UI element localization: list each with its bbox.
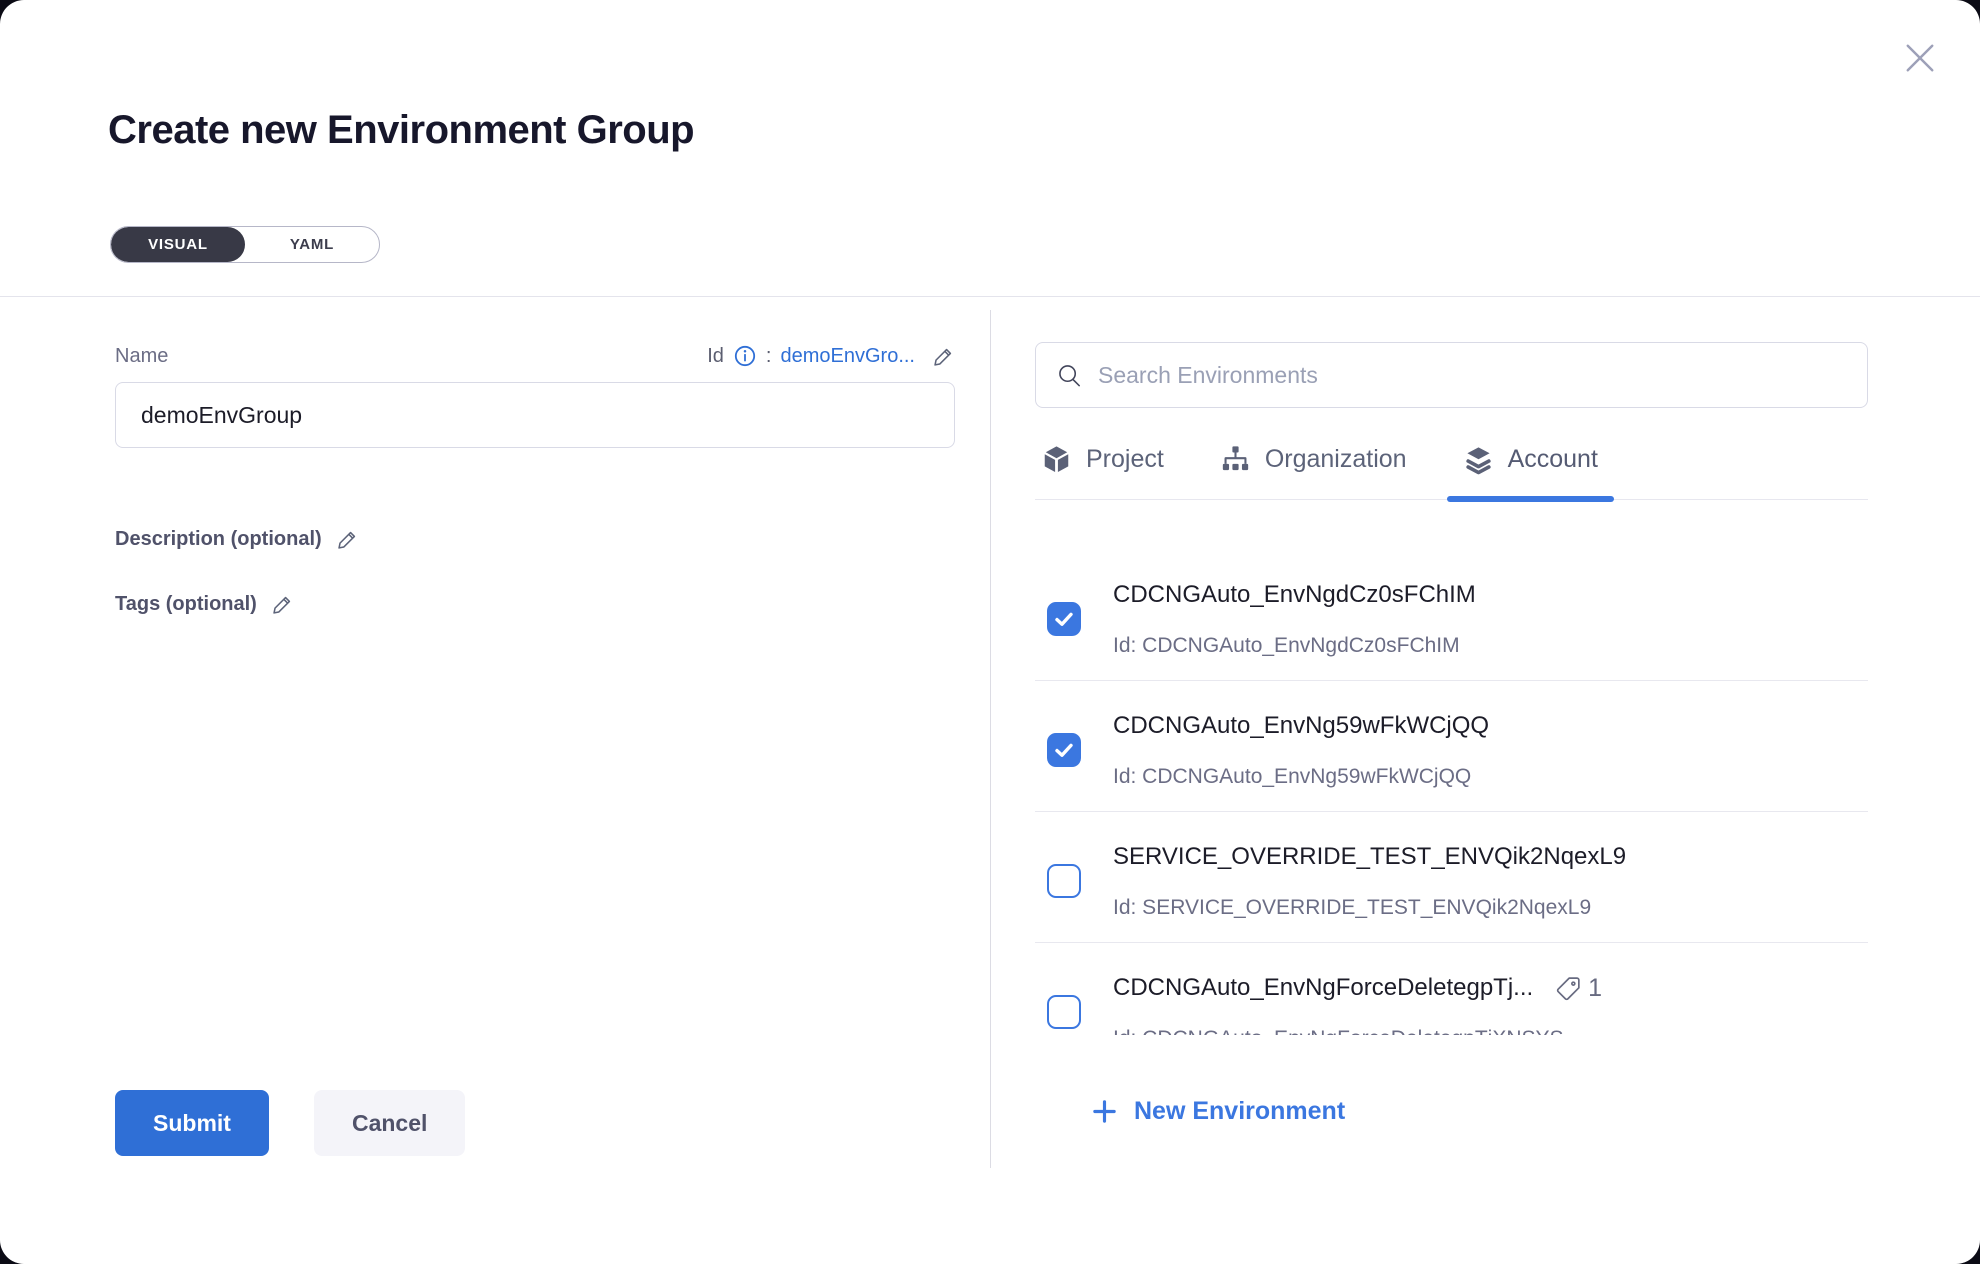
id-separator: : [766,345,772,368]
new-environment-button[interactable]: New Environment [1090,1097,1345,1126]
env-row: CDCNGAuto_EnvNg59wFkWCjQQ Id: CDCNGAuto_… [1035,680,1868,811]
tab-visual[interactable]: VISUAL [111,227,245,262]
panel-divider [990,310,991,1168]
tab-account[interactable]: Account [1463,444,1598,499]
header-divider [0,296,1980,297]
visual-yaml-toggle: VISUAL YAML [110,226,380,263]
dialog-title: Create new Environment Group [108,108,694,153]
env-id: Id: CDCNGAuto_EnvNgdCz0sFChIM [1113,633,1868,658]
env-checkbox[interactable] [1047,864,1081,898]
tag-icon [1555,975,1582,1002]
env-checkbox[interactable] [1047,602,1081,636]
env-id: Id: CDCNGAuto_EnvNg59wFkWCjQQ [1113,764,1868,789]
submit-button[interactable]: Submit [115,1090,269,1156]
tags-label: Tags (optional) [115,593,257,616]
tab-organization-label: Organization [1265,445,1407,474]
close-icon [1899,37,1941,79]
search-icon [1056,362,1083,389]
check-icon [1052,738,1076,762]
tab-project[interactable]: Project [1041,444,1164,499]
search-environments-box [1035,342,1868,408]
group-form: Name Id : demoEnvGro... Description (opt… [115,344,955,616]
env-info: CDCNGAuto_EnvNgdCz0sFChIM Id: CDCNGAuto_… [1113,580,1868,658]
plus-icon [1090,1097,1119,1126]
edit-id-icon[interactable] [932,345,955,368]
tab-project-label: Project [1086,445,1164,474]
scope-tabs: Project Organization Account [1035,444,1868,500]
tab-organization[interactable]: Organization [1220,444,1407,499]
new-environment-label: New Environment [1134,1097,1345,1126]
tag-count-badge: 1 [1555,974,1602,1003]
edit-description-icon[interactable] [336,528,359,551]
env-id: Id: SERVICE_OVERRIDE_TEST_ENVQik2NqexL9 [1113,895,1868,920]
tab-yaml[interactable]: YAML [245,227,379,262]
id-value[interactable]: demoEnvGro... [780,345,915,368]
cancel-button[interactable]: Cancel [314,1090,465,1156]
env-checkbox[interactable] [1047,995,1081,1029]
env-info: CDCNGAuto_EnvNgForceDeletegpTj... 1 Id: … [1113,973,1868,1035]
close-button[interactable] [1896,34,1944,82]
env-row: CDCNGAuto_EnvNgdCz0sFChIM Id: CDCNGAuto_… [1035,550,1868,680]
env-id: Id: CDCNGAuto_EnvNgForceDeletegpTjXNSYS [1113,1026,1868,1035]
env-row: SERVICE_OVERRIDE_TEST_ENVQik2NqexL9 Id: … [1035,811,1868,942]
environment-list: CDCNGAuto_EnvNgdCz0sFChIM Id: CDCNGAuto_… [1035,500,1868,1035]
env-row: CDCNGAuto_EnvNgForceDeletegpTj... 1 Id: … [1035,942,1868,1035]
form-actions: Submit Cancel [115,1090,465,1156]
create-environment-group-dialog: Create new Environment Group VISUAL YAML… [0,0,1980,1264]
description-label: Description (optional) [115,528,322,551]
name-label: Name [115,345,168,368]
identifier-row: Id : demoEnvGro... [707,344,955,368]
sitemap-icon [1220,444,1251,475]
id-label: Id [707,345,724,368]
env-name: SERVICE_OVERRIDE_TEST_ENVQik2NqexL9 [1113,842,1626,872]
layers-icon [1463,444,1494,475]
env-checkbox[interactable] [1047,733,1081,767]
tab-account-label: Account [1508,445,1598,474]
env-name: CDCNGAuto_EnvNgdCz0sFChIM [1113,580,1476,610]
env-info: CDCNGAuto_EnvNg59wFkWCjQQ Id: CDCNGAuto_… [1113,711,1868,789]
cube-icon [1041,444,1072,475]
env-name: CDCNGAuto_EnvNgForceDeletegpTj... [1113,973,1533,1003]
env-info: SERVICE_OVERRIDE_TEST_ENVQik2NqexL9 Id: … [1113,842,1868,920]
tag-count: 1 [1588,974,1602,1003]
check-icon [1052,607,1076,631]
name-input[interactable] [115,382,955,448]
search-environments-input[interactable] [1098,362,1847,389]
env-name: CDCNGAuto_EnvNg59wFkWCjQQ [1113,711,1489,741]
info-icon[interactable] [733,344,757,368]
environments-panel: Project Organization Account CDCNGAuto_E… [1035,342,1868,1126]
edit-tags-icon[interactable] [271,593,294,616]
